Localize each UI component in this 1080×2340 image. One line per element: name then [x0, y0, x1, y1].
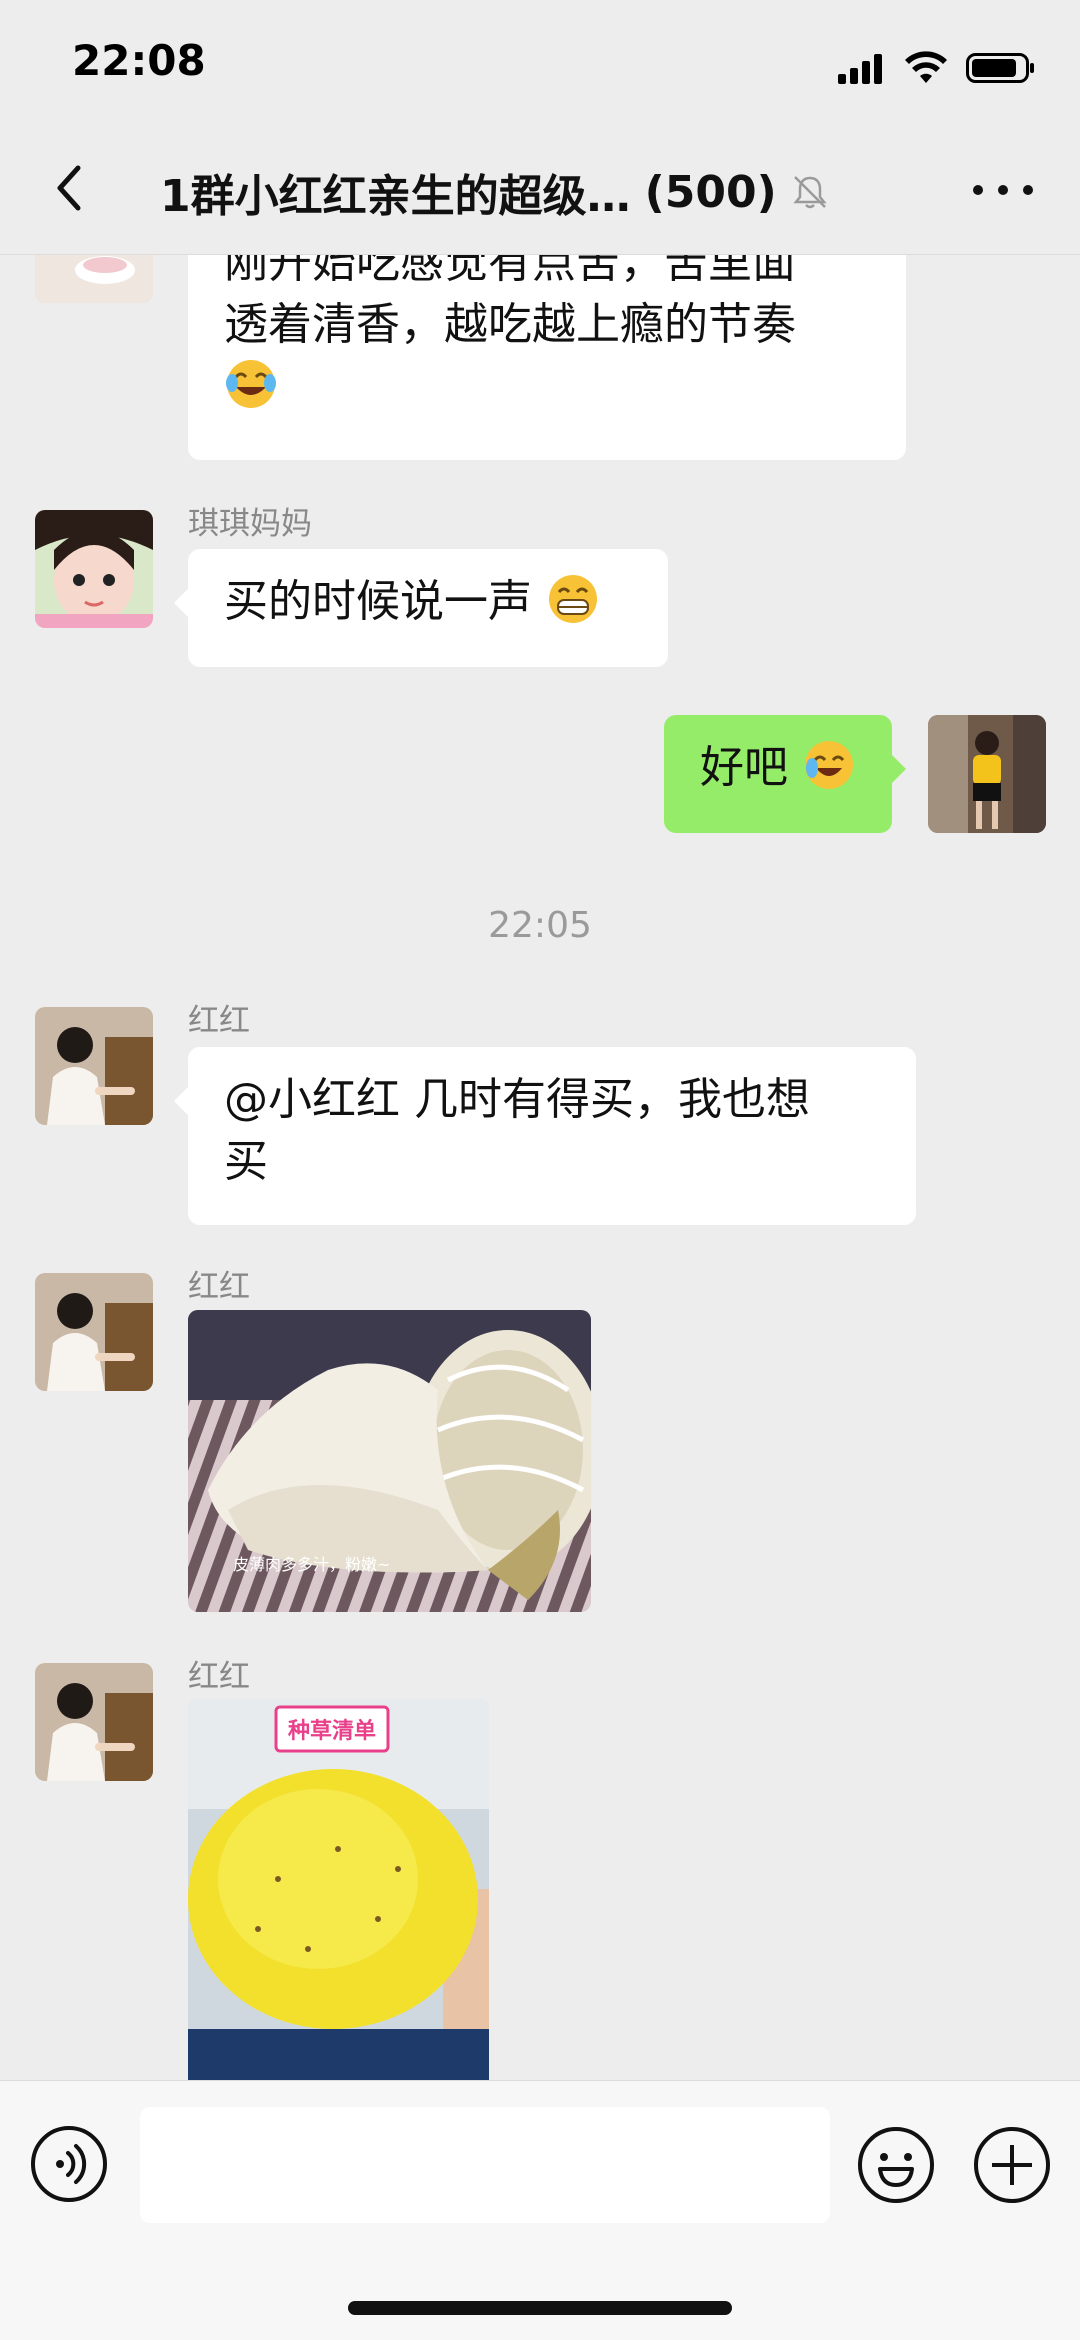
- image-message-pomelo[interactable]: 皮薄肉多多汁，粉嫩~: [188, 1310, 591, 1612]
- avatar[interactable]: [35, 1663, 153, 1781]
- chat-title[interactable]: 1群小红红亲生的超级… (500): [160, 160, 840, 224]
- avatar[interactable]: [35, 510, 153, 628]
- sender-name: 琪琪妈妈: [188, 506, 312, 542]
- message-bubble[interactable]: @小红红 几时有得买，我也想 买: [174, 1047, 916, 1225]
- status-time: 22:08: [72, 36, 206, 85]
- message-bubble[interactable]: 刚开始吃感觉有点苦，苦里面 透着清香，越吃越上瘾的节奏: [188, 255, 906, 460]
- avatar-self[interactable]: [928, 715, 1046, 833]
- wifi-icon: [905, 51, 947, 83]
- message-text: 好吧: [700, 742, 788, 793]
- message-text-line: 买: [224, 1136, 268, 1187]
- message-text-line: @小红红 几时有得买，我也想: [224, 1074, 810, 1125]
- image-caption: 皮薄肉多多汁，粉嫩~: [233, 1555, 390, 1574]
- time-divider: 22:05: [488, 905, 592, 946]
- mute-bell-icon: [793, 176, 827, 209]
- member-count: (500): [644, 166, 777, 218]
- status-icons: [838, 48, 1036, 88]
- chat-area[interactable]: 刚开始吃感觉有点苦，苦里面 透着清香，越吃越上瘾的节奏 琪琪妈妈 买的时候说一声: [0, 255, 1080, 2080]
- image-badge: 种草清单: [288, 1718, 376, 1744]
- pomelo-photo: 皮薄肉多多汁，粉嫩~: [188, 1310, 591, 1612]
- group-name: 1群小红红亲生的超级…: [160, 171, 631, 222]
- sender-name: 红红: [188, 1269, 250, 1305]
- battery-icon: [966, 53, 1034, 83]
- grinning-emoji-icon: [549, 575, 597, 623]
- yellow-pomelo-photo: 种草清单: [188, 1699, 489, 2080]
- sender-name: 红红: [188, 1003, 250, 1039]
- message-input[interactable]: [140, 2107, 830, 2223]
- emoji-icon[interactable]: [856, 2125, 936, 2205]
- image-message-yellow-pomelo[interactable]: 种草清单: [188, 1699, 489, 2080]
- message-bubble-self[interactable]: 好吧: [664, 715, 906, 833]
- chat-header: 1群小红红亲生的超级… (500): [0, 130, 1080, 255]
- back-arrow-icon[interactable]: [40, 158, 100, 218]
- message-text: 买的时候说一声: [224, 576, 532, 627]
- tears-of-joy-emoji-icon: [226, 360, 276, 408]
- message-text-line: 刚开始吃感觉有点苦，苦里面: [224, 255, 796, 288]
- avatar[interactable]: [35, 255, 153, 303]
- more-icon[interactable]: [968, 170, 1038, 210]
- signal-icon: [838, 54, 882, 84]
- avatar[interactable]: [35, 1273, 153, 1391]
- input-bar: [0, 2080, 1080, 2340]
- plus-icon[interactable]: [972, 2125, 1052, 2205]
- status-bar: 22:08: [0, 0, 1080, 130]
- crying-laughing-emoji-icon: [805, 741, 853, 789]
- voice-icon[interactable]: [30, 2125, 108, 2203]
- avatar[interactable]: [35, 1007, 153, 1125]
- message-bubble[interactable]: 买的时候说一声: [174, 549, 668, 667]
- message-text-line: 透着清香，越吃越上瘾的节奏: [224, 299, 796, 350]
- sender-name: 红红: [188, 1659, 250, 1695]
- home-indicator[interactable]: [348, 2301, 732, 2315]
